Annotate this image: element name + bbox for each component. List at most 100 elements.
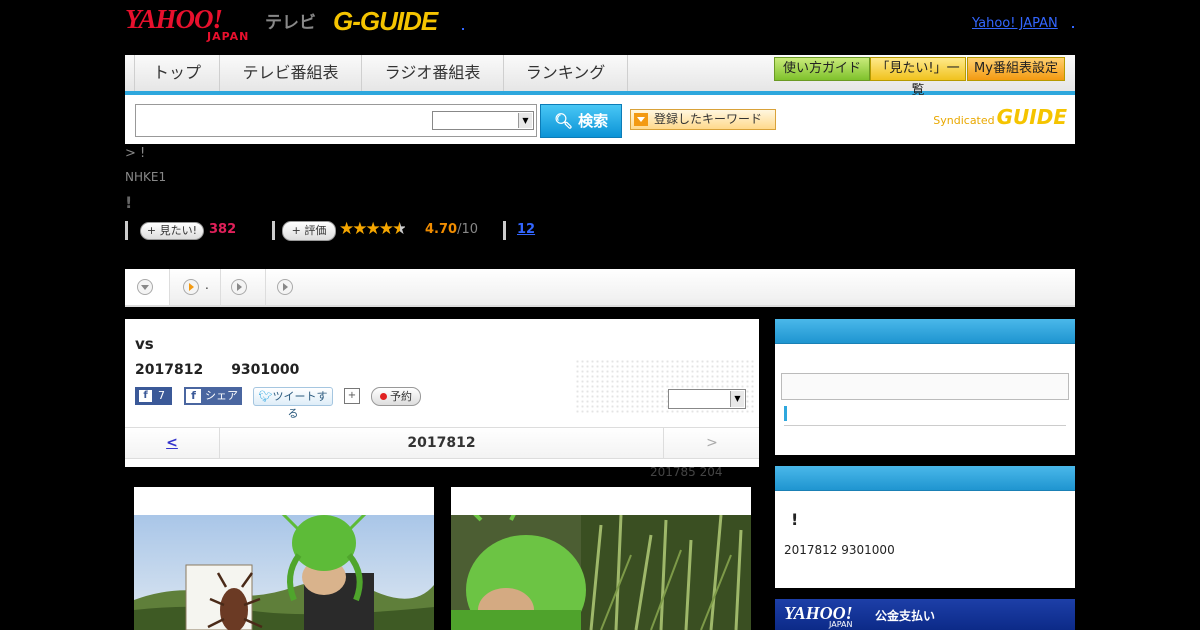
yahoo-logo-text: YAHOO! [125, 4, 223, 34]
program-title: ! [125, 193, 133, 212]
search-icon: 🔍︎ [553, 112, 573, 130]
plus-icon: + [291, 224, 301, 237]
search-button[interactable]: 🔍︎ 検索 [540, 104, 622, 138]
divider-bar [125, 221, 128, 240]
prev-date-link[interactable]: < [125, 428, 220, 458]
chevron-down-icon: ▼ [518, 113, 532, 128]
star-icon: ★ [352, 219, 367, 239]
star-icon: ★ [378, 219, 394, 239]
rating-stars: ★★★★★ [339, 219, 407, 239]
star-icon: ★ [339, 219, 354, 239]
divider-dot [1072, 26, 1074, 28]
want-button[interactable]: + 見たい! [140, 222, 204, 240]
facebook-icon: f [139, 390, 152, 402]
main-nav: トップ テレビ番組表 ラジオ番組表 ランキング 使い方ガイド 「見たい!」一覧 … [125, 55, 1075, 98]
divider-dot [462, 28, 464, 30]
chevron-down-icon: ▼ [730, 391, 744, 407]
divider-bar [503, 221, 506, 240]
episode-thumbnail[interactable] [134, 487, 434, 630]
yahoo-pay-text: 公金支払い [875, 609, 936, 623]
circle-play-icon [231, 279, 247, 295]
keyword-button-label: 登録したキーワード [654, 112, 763, 126]
sidebar-program-title: ! [791, 510, 799, 529]
nav-left-edge [125, 55, 135, 91]
star-half-icon: ★ [392, 219, 407, 239]
tab-item-0[interactable] [125, 269, 170, 305]
nav-tab-radio-schedule[interactable]: ラジオ番組表 [362, 55, 504, 91]
rating-score-max: /10 [457, 222, 478, 237]
sidebar-box-2: ! 2017812 9301000 [775, 466, 1075, 588]
next-date-link[interactable]: > [663, 428, 760, 458]
search-bar: ▼ 🔍︎ 検索 登録したキーワード Syndicated GUIDE [125, 95, 1075, 144]
rate-button[interactable]: + 評価 [282, 221, 336, 241]
circle-down-icon [137, 279, 153, 295]
search-button-label: 検索 [578, 112, 609, 130]
reserve-label: 予約 [390, 390, 412, 403]
episode-box: vs 2017812 9301000 f7 f シェア 🐦︎ツイートする + 予約… [125, 319, 759, 467]
gguide-logo[interactable]: G-GUIDE [333, 6, 438, 37]
sidebar-box-1-header [775, 319, 1075, 344]
record-dot-icon [380, 393, 387, 400]
sidebar-accent-bar [784, 406, 787, 421]
want-button-label: 見たい! [159, 224, 198, 237]
my-schedule-settings-button[interactable]: My番組表設定 [967, 57, 1065, 81]
plus-icon: + [146, 224, 157, 237]
mantis-costume-photo [134, 515, 434, 630]
tab-item-1[interactable]: . [170, 269, 221, 305]
syndicated-logo-text: GUIDE [996, 105, 1067, 129]
search-category-select[interactable]: ▼ [432, 111, 534, 130]
usage-guide-button[interactable]: 使い方ガイド [774, 57, 870, 81]
twitter-bird-icon: 🐦︎ [258, 390, 273, 403]
reserve-button[interactable]: 予約 [371, 387, 421, 406]
mantis-in-grass-photo [451, 515, 751, 630]
yahoo-logo-sub: JAPAN [207, 30, 250, 43]
registered-keyword-button[interactable]: 登録したキーワード [630, 109, 776, 130]
yahoo-japan-logo[interactable]: YAHOO! JAPAN [125, 4, 248, 44]
tab-item-1-label: . [205, 278, 209, 292]
syndicated-label: Syndicated [933, 114, 995, 127]
nav-tab-ranking[interactable]: ランキング [504, 55, 628, 91]
tweet-label: ツイートする [272, 390, 328, 420]
episode-title: vs [135, 335, 154, 353]
yahoo-pay-logo-sub: JAPAN [829, 620, 853, 629]
tab-item-3[interactable] [266, 269, 306, 305]
circle-play-orange-icon [183, 279, 199, 295]
share-label: シェア [205, 389, 238, 402]
episode-thumbnail[interactable] [451, 487, 751, 630]
calendar-add-icon[interactable]: + [344, 388, 360, 404]
sidebar-program-datetime: 2017812 9301000 [784, 543, 895, 557]
facebook-like-button[interactable]: f7 [135, 387, 172, 405]
gguide-logo-text: G-GUIDE [333, 6, 438, 36]
sidebar-divider [784, 425, 1066, 426]
want-list-button[interactable]: 「見たい!」一覧 [870, 57, 966, 98]
rate-button-label: 評価 [304, 224, 327, 237]
date-navigation: < 2017812 > [125, 427, 759, 459]
channel-name: NHKE1 [125, 170, 167, 184]
review-count-link[interactable]: 12 [517, 222, 535, 237]
facebook-like-count: 7 [158, 389, 165, 402]
circle-play-icon [277, 279, 293, 295]
breadcrumb: > ! [125, 146, 146, 161]
divider-bar [272, 221, 275, 240]
rating-score: 4.70/10 [425, 222, 478, 237]
tab-item-2[interactable] [221, 269, 266, 305]
episode-datetime: 2017812 9301000 [135, 362, 300, 378]
star-icon: ★ [365, 219, 381, 239]
yahoo-public-payment-banner[interactable]: YAHOO! JAPAN 公金支払い [775, 599, 1075, 630]
nav-tab-top[interactable]: トップ [135, 55, 220, 91]
facebook-icon: f [186, 389, 201, 403]
episode-meta: 201785 204 [650, 465, 723, 479]
want-count: 382 [209, 222, 237, 237]
content-tabs: . [125, 269, 1075, 307]
rating-score-value: 4.70 [425, 222, 458, 237]
sidebar-input[interactable] [781, 373, 1069, 400]
sidebar-box-2-header [775, 466, 1075, 491]
tv-label: テレビ [265, 13, 316, 33]
nav-tab-tv-schedule[interactable]: テレビ番組表 [220, 55, 362, 91]
tweet-button[interactable]: 🐦︎ツイートする [253, 387, 333, 420]
sidebar-box-1 [775, 319, 1075, 455]
episode-select[interactable]: ▼ [668, 389, 746, 409]
facebook-share-button[interactable]: f シェア [184, 387, 242, 405]
yahoo-japan-link[interactable]: Yahoo! JAPAN [972, 16, 1058, 31]
dropdown-arrow-icon [634, 113, 648, 126]
